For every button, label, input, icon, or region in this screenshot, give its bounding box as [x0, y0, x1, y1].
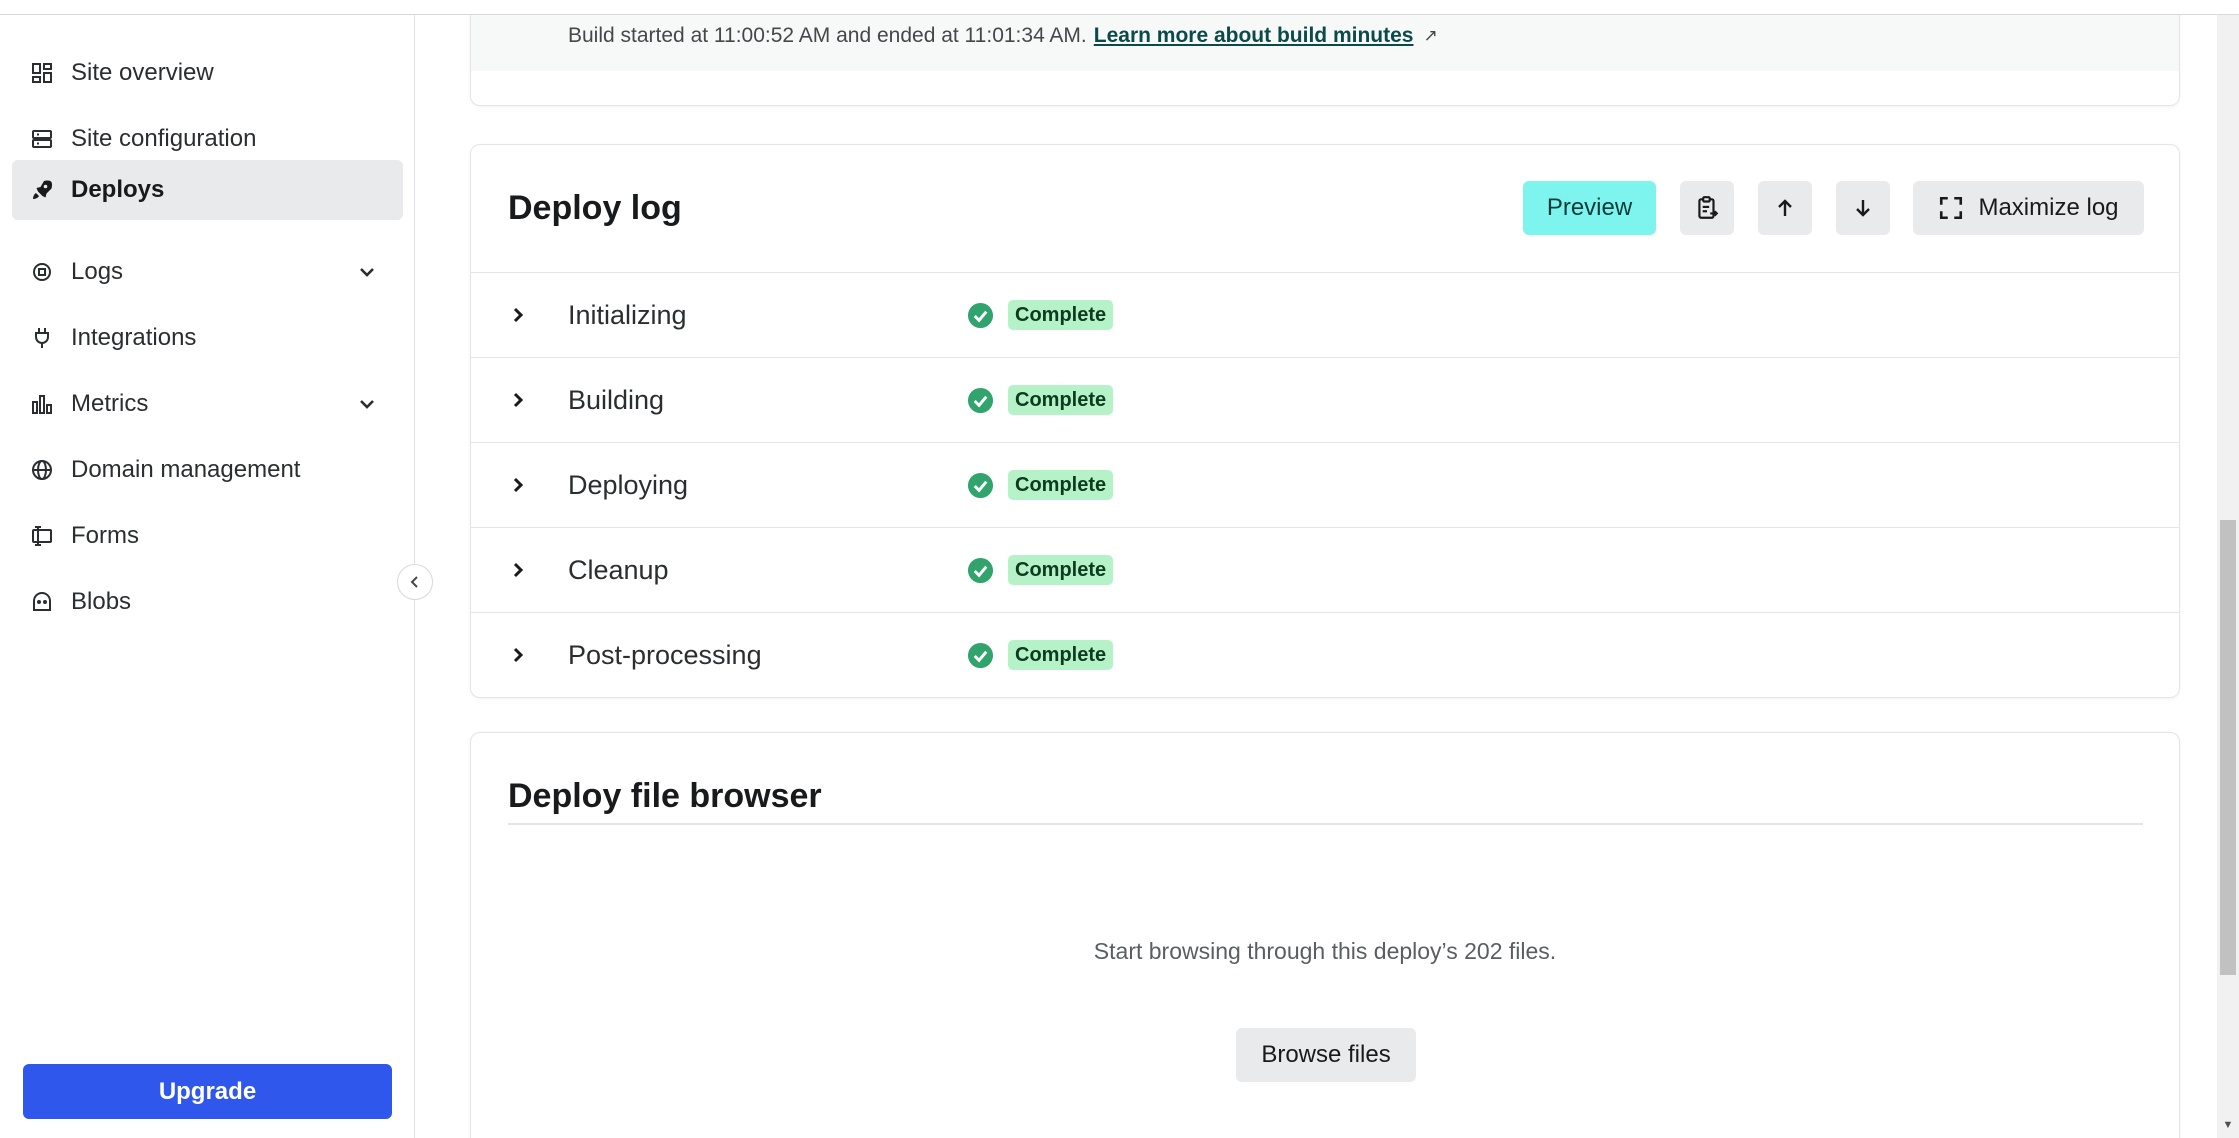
arrow-down-icon — [1856, 200, 1870, 217]
sidebar-item-label: Domain management — [71, 456, 301, 483]
log-step-row[interactable]: Building Complete — [471, 357, 2179, 442]
plug-icon — [29, 325, 55, 351]
copy-log-button[interactable] — [1680, 181, 1734, 235]
check-circle-icon — [967, 557, 994, 583]
chevron-right-icon — [513, 307, 524, 323]
sidebar-item-label: Site overview — [71, 59, 214, 86]
scroll-to-bottom-button[interactable] — [1836, 181, 1890, 235]
log-step-row[interactable]: Post-processing Complete — [471, 612, 2179, 697]
status-badge: Complete — [1008, 470, 1114, 500]
chevron-right-icon — [513, 392, 524, 408]
step-label: Post-processing — [568, 639, 762, 670]
step-label: Building — [568, 384, 665, 415]
external-link-icon: ↗ — [1423, 26, 1438, 45]
divider — [508, 823, 2143, 825]
maximize-icon — [1940, 196, 1963, 220]
sidebar-item-metrics[interactable]: Metrics — [12, 374, 403, 434]
sidebar-item-forms[interactable]: Forms — [12, 506, 403, 566]
config-icon — [29, 126, 55, 152]
chevron-right-icon — [513, 562, 524, 578]
chevron-down-icon[interactable] — [357, 262, 377, 282]
log-step-row[interactable]: Initializing Complete — [471, 272, 2179, 357]
sidebar-item-label: Blobs — [71, 588, 132, 615]
sidebar-item-integrations[interactable]: Integrations — [12, 308, 403, 368]
scroll-to-top-button[interactable] — [1758, 181, 1812, 235]
chevron-left-icon — [410, 576, 418, 588]
scroll-down-arrow-icon[interactable]: ▼ — [2220, 1117, 2236, 1133]
status-badge: Complete — [1008, 640, 1114, 670]
sidebar-item-deploys[interactable]: Deploys — [12, 160, 403, 220]
sidebar-item-label: Logs — [71, 258, 124, 285]
sidebar-item-blobs[interactable]: Blobs — [12, 572, 403, 632]
check-circle-icon — [967, 472, 994, 498]
arrow-up-icon — [1778, 199, 1792, 216]
top-border — [0, 0, 2239, 15]
sidebar-item-label: Site configuration — [71, 125, 257, 152]
step-label: Initializing — [568, 299, 687, 330]
logs-icon — [29, 259, 55, 285]
file-browser-card: Deploy file browser Start browsing throu… — [470, 732, 2180, 1138]
sidebar-item-logs[interactable]: Logs — [12, 242, 403, 302]
scrollbar-thumb[interactable] — [2220, 520, 2236, 975]
blobs-icon — [29, 589, 55, 615]
browse-files-button[interactable]: Browse files — [1236, 1028, 1416, 1082]
grid-icon — [29, 60, 55, 86]
step-label: Cleanup — [568, 554, 669, 585]
forms-icon — [29, 523, 55, 549]
deploy-log-title: Deploy log — [508, 189, 682, 227]
check-circle-icon — [967, 642, 994, 668]
upgrade-button[interactable]: Upgrade — [23, 1064, 392, 1119]
check-circle-icon — [967, 387, 994, 413]
globe-icon — [29, 457, 55, 483]
chevron-down-icon[interactable] — [357, 394, 377, 414]
status-badge: Complete — [1008, 300, 1114, 330]
sidebar-item-label: Integrations — [71, 324, 197, 351]
rocket-icon — [29, 177, 55, 203]
sidebar-item-site-overview[interactable]: Site overview — [12, 43, 403, 103]
build-info-card: Build started at 11:00:52 AM and ended a… — [470, 0, 2180, 106]
maximize-log-label: Maximize log — [1978, 194, 2119, 221]
sidebar-item-label: Metrics — [71, 390, 149, 417]
bar-chart-icon — [29, 391, 55, 417]
status-badge: Complete — [1008, 385, 1114, 415]
file-browser-description: Start browsing through this deploy’s 202… — [1093, 938, 1557, 964]
chevron-right-icon — [513, 477, 524, 493]
deploy-log-card: Deploy log Preview Maximize log Initiali… — [470, 144, 2180, 698]
maximize-log-button[interactable]: Maximize log — [1913, 181, 2144, 235]
file-browser-title: Deploy file browser — [508, 777, 822, 815]
chevron-right-icon — [513, 647, 524, 663]
log-step-row[interactable]: Cleanup Complete — [471, 527, 2179, 612]
collapse-sidebar-button[interactable] — [397, 564, 433, 600]
log-step-row[interactable]: Deploying Complete — [471, 442, 2179, 527]
clipboard-icon — [1698, 196, 1719, 219]
sidebar: Site overview Site configuration Deploys… — [0, 15, 415, 1138]
status-badge: Complete — [1008, 555, 1114, 585]
sidebar-item-label: Forms — [71, 522, 139, 549]
build-minutes-link[interactable]: Learn more about build minutes — [1094, 24, 1414, 48]
preview-button[interactable]: Preview — [1523, 181, 1656, 235]
check-circle-icon — [967, 302, 994, 328]
sidebar-item-domain-management[interactable]: Domain management — [12, 440, 403, 500]
sidebar-item-label: Deploys — [71, 176, 165, 203]
step-label: Deploying — [568, 469, 689, 500]
build-time-text: Build started at 11:00:52 AM and ended a… — [568, 24, 1087, 47]
